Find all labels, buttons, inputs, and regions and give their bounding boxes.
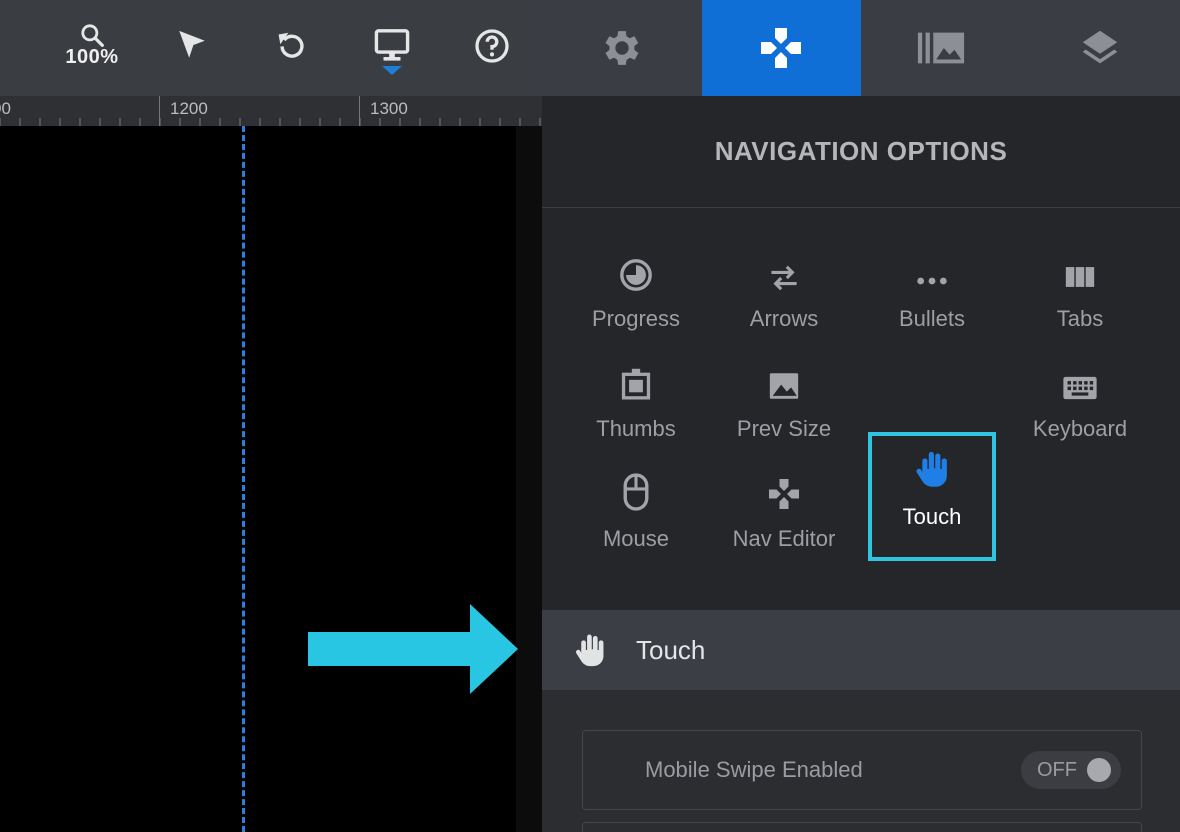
zoom-icon bbox=[81, 24, 104, 47]
mobile-swipe-setting: Mobile Swipe Enabled OFF bbox=[582, 730, 1142, 810]
gamepad-icon bbox=[769, 479, 799, 509]
ruler-major-tick bbox=[159, 96, 160, 126]
hand-icon bbox=[575, 634, 604, 667]
zoom-button[interactable]: 100% bbox=[62, 22, 122, 78]
slide-canvas[interactable] bbox=[0, 126, 542, 832]
nav-option-thumbs[interactable]: Thumbs bbox=[572, 344, 700, 454]
nav-option-prev-size[interactable]: Prev Size bbox=[720, 344, 848, 454]
gamepad-navigation-icon bbox=[761, 28, 802, 68]
tab-layers[interactable] bbox=[1021, 0, 1180, 96]
tab-media-library[interactable] bbox=[861, 0, 1021, 96]
ruler-label: 1300 bbox=[370, 99, 408, 118]
gear-icon bbox=[605, 31, 639, 65]
toggle-knob bbox=[1087, 758, 1111, 782]
select-pointer-icon bbox=[179, 30, 205, 58]
tabs-columns-icon bbox=[1065, 267, 1095, 287]
hand-icon bbox=[916, 451, 947, 487]
bullets-dots-icon bbox=[917, 277, 947, 285]
select-tool-button[interactable] bbox=[162, 28, 222, 84]
nav-option-label: Prev Size bbox=[736, 416, 832, 441]
mouse-icon bbox=[623, 473, 649, 511]
active-device-indicator bbox=[382, 66, 402, 75]
panel-tabs bbox=[542, 0, 1180, 96]
nav-option-progress[interactable]: Progress bbox=[572, 234, 700, 344]
arrows-exchange-icon bbox=[771, 265, 797, 291]
ruler-major-tick bbox=[359, 96, 360, 126]
navigation-options-body: NAVIGATION OPTIONS Progress Arrows Bulle… bbox=[542, 96, 1180, 610]
nav-option-label: Thumbs bbox=[596, 416, 676, 441]
progress-clock-icon bbox=[620, 259, 652, 291]
tab-general-settings[interactable] bbox=[542, 0, 702, 96]
ruler-ticks bbox=[0, 118, 541, 126]
setting-label: Mobile Swipe Enabled bbox=[645, 757, 863, 782]
horizontal-ruler: 00 1200 1300 bbox=[0, 96, 542, 126]
zoom-level: 100% bbox=[65, 46, 119, 68]
mobile-swipe-toggle[interactable]: OFF bbox=[1021, 751, 1121, 789]
nav-option-bullets[interactable]: Bullets bbox=[868, 234, 996, 344]
tab-navigation[interactable] bbox=[701, 0, 861, 96]
desktop-device-icon bbox=[374, 29, 410, 61]
editor-area: 100% 0 1200 1300 bbox=[0, 0, 542, 832]
nav-option-label: Touch bbox=[902, 504, 962, 529]
canvas-edge bbox=[516, 126, 542, 832]
next-setting-row bbox=[582, 822, 1142, 832]
touch-settings: Mobile Swipe Enabled OFF bbox=[542, 690, 1180, 832]
section-title: Touch bbox=[636, 634, 706, 665]
ruler-label: 00 bbox=[0, 99, 11, 118]
nav-option-nav-editor[interactable]: Nav Editor bbox=[720, 454, 848, 564]
undo-icon bbox=[278, 32, 304, 58]
nav-option-touch[interactable]: Touch bbox=[868, 432, 996, 561]
settings-panel: NAVIGATION OPTIONS Progress Arrows Bulle… bbox=[542, 0, 1180, 832]
nav-option-label: Nav Editor bbox=[732, 526, 836, 551]
panel-title: NAVIGATION OPTIONS bbox=[542, 96, 1180, 208]
nav-option-label: Keyboard bbox=[1032, 416, 1128, 441]
nav-option-keyboard[interactable]: Keyboard bbox=[1016, 344, 1144, 454]
touch-section-header[interactable]: Touch bbox=[542, 610, 1180, 690]
layers-icon bbox=[1083, 30, 1118, 64]
guide-line[interactable] bbox=[242, 126, 245, 832]
help-icon bbox=[475, 29, 509, 63]
keyboard-icon bbox=[1063, 376, 1097, 400]
nav-option-tabs[interactable]: Tabs bbox=[1016, 234, 1144, 344]
nav-option-label: Arrows bbox=[749, 306, 819, 331]
ruler-label: 1200 bbox=[170, 99, 208, 118]
help-button[interactable] bbox=[462, 28, 522, 84]
image-icon bbox=[769, 373, 799, 399]
toggle-state: OFF bbox=[1037, 758, 1077, 781]
nav-option-arrows[interactable]: Arrows bbox=[720, 234, 848, 344]
nav-option-mouse[interactable]: Mouse bbox=[572, 454, 700, 564]
media-library-icon bbox=[917, 32, 964, 64]
annotation-arrow-icon bbox=[308, 604, 518, 694]
nav-option-label: Tabs bbox=[1056, 306, 1104, 331]
nav-option-label: Bullets bbox=[898, 306, 966, 331]
nav-option-label: Mouse bbox=[602, 526, 670, 551]
device-desktop-button[interactable] bbox=[362, 28, 422, 84]
editor-toolbar: 100% bbox=[0, 0, 542, 96]
nav-option-label: Progress bbox=[591, 306, 681, 331]
undo-button[interactable] bbox=[262, 28, 322, 84]
thumbs-icon bbox=[621, 368, 651, 400]
